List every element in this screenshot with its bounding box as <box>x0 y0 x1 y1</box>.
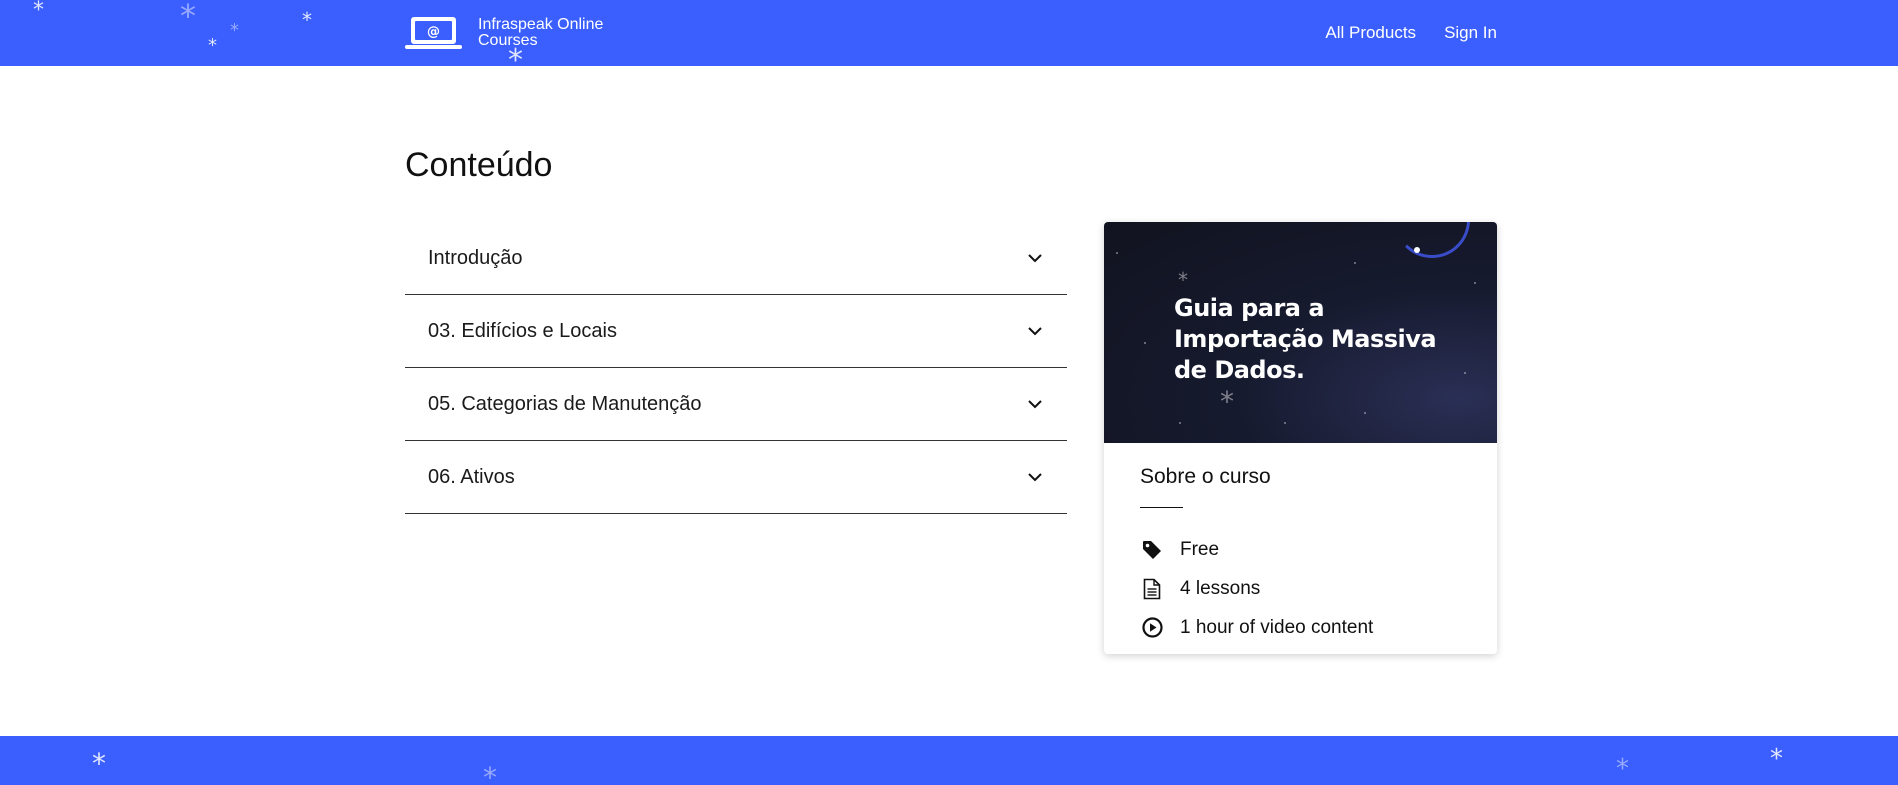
snowflake-icon: * <box>1770 744 1783 774</box>
chapter-item[interactable]: 06. Ativos <box>405 441 1067 514</box>
course-info-card: * * Guia para a Importação Massiva de Da… <box>1104 222 1497 654</box>
snowflake-icon: * <box>302 8 312 32</box>
course-banner-image: * * Guia para a Importação Massiva de Da… <box>1104 222 1497 443</box>
price-text: Free <box>1180 538 1220 560</box>
video-row: 1 hour of video content <box>1140 608 1461 647</box>
chapter-label: 05. Categorias de Manutenção <box>428 392 702 415</box>
chapter-item[interactable]: 05. Categorias de Manutenção <box>405 368 1067 441</box>
header-inner: @ Infraspeak Online Courses All Products… <box>405 0 1497 66</box>
snowflake-icon: * <box>208 35 217 56</box>
site-footer: * * * * <box>0 736 1898 785</box>
snowflake-icon: * <box>230 20 239 41</box>
lessons-text: 4 lessons <box>1180 577 1261 599</box>
banner-title: Guia para a Importação Massiva de Dados. <box>1174 294 1437 384</box>
snowflake-icon: * <box>33 0 44 23</box>
card-body: Sobre o curso Free 4 lessons 1 hour of v… <box>1104 443 1497 647</box>
chapter-label: 03. Edifícios e Locais <box>428 319 617 342</box>
video-text: 1 hour of video content <box>1180 616 1374 638</box>
chapter-item[interactable]: Introdução <box>405 222 1067 295</box>
orbit-decoration <box>1394 222 1470 258</box>
tag-icon <box>1140 538 1164 562</box>
play-circle-icon <box>1140 616 1164 640</box>
snowflake-icon: * <box>1178 268 1188 292</box>
chapter-label: 06. Ativos <box>428 465 515 488</box>
chapter-accordion: Introdução 03. Edifícios e Locais 05. Ca… <box>405 222 1067 514</box>
chapter-label: Introdução <box>428 246 523 269</box>
laptop-at-icon: @ <box>405 17 462 49</box>
page-title: Conteúdo <box>405 146 553 184</box>
snowflake-icon: * <box>1616 754 1629 784</box>
snowflake-icon: * <box>508 43 523 78</box>
document-icon <box>1140 577 1164 601</box>
nav-sign-in[interactable]: Sign In <box>1444 23 1497 43</box>
top-nav: All Products Sign In <box>1325 23 1497 43</box>
price-row: Free <box>1140 530 1461 569</box>
brand-link[interactable]: @ Infraspeak Online Courses <box>405 16 648 50</box>
snowflake-icon: * <box>92 747 106 780</box>
site-header: * * * * * @ Infraspeak Online Courses Al… <box>0 0 1898 66</box>
chevron-down-icon <box>1028 254 1042 263</box>
brand-name: Infraspeak Online Courses <box>478 16 604 49</box>
about-title: Sobre o curso <box>1140 465 1271 488</box>
nav-all-products[interactable]: All Products <box>1325 23 1416 43</box>
chevron-down-icon <box>1028 473 1042 482</box>
chevron-down-icon <box>1028 400 1042 409</box>
chevron-down-icon <box>1028 327 1042 336</box>
lessons-row: 4 lessons <box>1140 569 1461 608</box>
chapter-item[interactable]: 03. Edifícios e Locais <box>405 295 1067 368</box>
svg-text:@: @ <box>427 25 440 40</box>
snowflake-icon: * <box>1220 385 1234 418</box>
divider <box>1140 507 1183 508</box>
snowflake-icon: * <box>180 0 196 35</box>
snowflake-icon: * <box>483 761 497 785</box>
orbit-dot <box>1414 247 1420 253</box>
